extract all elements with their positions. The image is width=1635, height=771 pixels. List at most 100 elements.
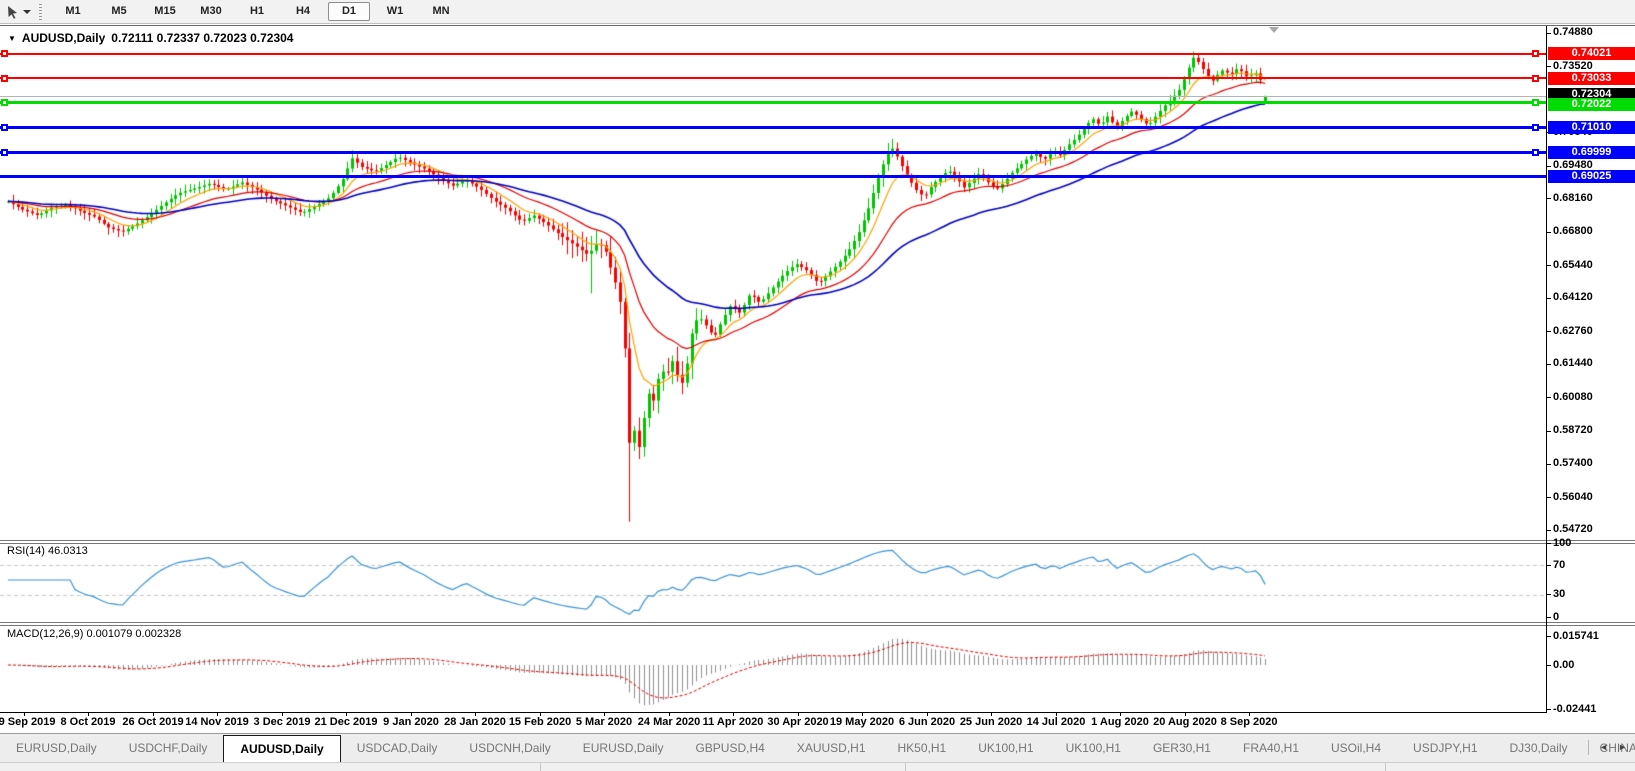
hline-0.73033[interactable] — [0, 77, 1546, 79]
tab-eurusd-daily[interactable]: EURUSD,Daily — [567, 734, 680, 762]
tab-uk100-h1[interactable]: UK100,H1 — [1050, 734, 1137, 762]
tab-hk50-h1[interactable]: HK50,H1 — [882, 734, 963, 762]
price-tick-label: 0.58720 — [1553, 425, 1593, 436]
tab-usdcnh-daily[interactable]: USDCNH,Daily — [453, 734, 566, 762]
price-tick-label: 0.73520 — [1553, 61, 1593, 72]
price-tick — [1547, 331, 1551, 332]
date-label: 8 Sep 2020 — [1221, 716, 1278, 728]
pane-splitter[interactable] — [0, 543, 1635, 544]
price-tick — [1547, 198, 1551, 199]
macd-tick — [1547, 709, 1551, 710]
tab-usoil-h4[interactable]: USOil,H4 — [1315, 734, 1397, 762]
date-label: 24 Mar 2020 — [638, 716, 700, 728]
price-tick — [1547, 464, 1551, 465]
timeframe-button-m30[interactable]: M30 — [190, 2, 232, 21]
rsi-tick — [1547, 565, 1551, 566]
timeframe-button-h1[interactable]: H1 — [236, 2, 278, 21]
macd-tick — [1547, 636, 1551, 637]
date-label: 21 Dec 2019 — [315, 716, 378, 728]
price-tick-label: 0.54720 — [1553, 524, 1593, 535]
date-label: 11 Apr 2020 — [703, 716, 764, 728]
timeframe-toolbar: M1M5M15M30H1H4D1W1MN — [0, 0, 1635, 24]
pointer-tool-glyph — [6, 5, 19, 19]
timeframe-button-m15[interactable]: M15 — [144, 2, 186, 21]
tab-dj30-daily[interactable]: DJ30,Daily — [1494, 734, 1584, 762]
timeframe-button-mn[interactable]: MN — [420, 2, 462, 21]
hline-0.72022[interactable] — [0, 101, 1546, 104]
tab-eurusd-daily[interactable]: EURUSD,Daily — [0, 734, 113, 762]
price-tick-label: 0.57400 — [1553, 458, 1593, 469]
tab-usdchf-daily[interactable]: USDCHF,Daily — [113, 734, 224, 762]
hline-handle[interactable] — [1, 149, 8, 156]
date-label: 28 Jan 2020 — [444, 716, 506, 728]
hline-handle[interactable] — [1, 75, 8, 82]
hline-handle[interactable] — [1532, 149, 1539, 156]
price-tick-label: 0.56040 — [1553, 492, 1593, 503]
date-label: 14 Jul 2020 — [1027, 716, 1086, 728]
pane-splitter[interactable] — [0, 625, 1635, 626]
tab-xauusd-h1[interactable]: XAUUSD,H1 — [781, 734, 882, 762]
rsi-tick — [1547, 543, 1551, 544]
price-tick-label: 0.60080 — [1553, 392, 1593, 403]
chart-tabs-bar: EURUSD,DailyUSDCHF,DailyAUDUSD,DailyUSDC… — [0, 733, 1635, 762]
tab-audusd-daily[interactable]: AUDUSD,Daily — [223, 735, 340, 762]
price-tick — [1547, 530, 1551, 531]
timeframe-button-m5[interactable]: M5 — [98, 2, 140, 21]
level-price-label: 0.71010 — [1548, 121, 1635, 134]
tab-separator — [1588, 740, 1589, 755]
tab-uk100-h1[interactable]: UK100,H1 — [962, 734, 1049, 762]
tab-scroll-left-icon[interactable]: ◄ — [1599, 743, 1608, 752]
tab-scroll-right-icon[interactable]: ► — [1618, 743, 1627, 752]
level-price-label: 0.69025 — [1548, 170, 1635, 183]
chart-canvas[interactable] — [0, 26, 1546, 713]
date-label: 15 Feb 2020 — [509, 716, 571, 728]
level-price-label: 0.72022 — [1548, 98, 1635, 111]
tab-usdjpy-h1[interactable]: USDJPY,H1 — [1397, 734, 1493, 762]
chart-shift-marker[interactable] — [1269, 27, 1279, 33]
date-label: 25 Jun 2020 — [960, 716, 1022, 728]
timeframe-button-m1[interactable]: M1 — [52, 2, 94, 21]
pane-splitter[interactable] — [0, 622, 1635, 623]
hline-handle[interactable] — [1, 99, 8, 106]
tab-scroll-arrows: ◄ ► — [1588, 733, 1627, 762]
macd-tick-label: -0.02441 — [1553, 704, 1596, 715]
timeframe-button-h4[interactable]: H4 — [282, 2, 324, 21]
hline-handle[interactable] — [1, 124, 8, 131]
mt4-window: M1M5M15M30H1H4D1W1MN ▼ AUDUSD,Daily 0.72… — [0, 0, 1635, 771]
hline-0.69025[interactable] — [0, 175, 1546, 178]
tab-fra40-h1[interactable]: FRA40,H1 — [1227, 734, 1315, 762]
pane-splitter[interactable] — [0, 540, 1635, 541]
rsi-tick-label: 70 — [1553, 560, 1565, 571]
hline-handle[interactable] — [1532, 50, 1539, 57]
hline-0.74021[interactable] — [0, 53, 1546, 55]
price-tick — [1547, 232, 1551, 233]
timeframe-button-w1[interactable]: W1 — [374, 2, 416, 21]
hline-handle[interactable] — [1532, 75, 1539, 82]
hline-handle[interactable] — [1532, 124, 1539, 131]
date-label: 8 Oct 2019 — [60, 716, 115, 728]
tab-gbpusd-h4[interactable]: GBPUSD,H4 — [679, 734, 780, 762]
price-tick-label: 0.66800 — [1553, 226, 1593, 237]
price-tick — [1547, 33, 1551, 34]
tab-usdcad-daily[interactable]: USDCAD,Daily — [341, 734, 454, 762]
price-tick-label: 0.62760 — [1553, 326, 1593, 337]
hline-handle[interactable] — [1, 50, 8, 57]
tool-dropdown-caret[interactable] — [23, 10, 31, 14]
toolbar-grip[interactable] — [39, 4, 42, 20]
date-label: 1 Aug 2020 — [1091, 716, 1149, 728]
hline-0.69999[interactable] — [0, 151, 1546, 154]
price-tick — [1547, 166, 1551, 167]
rsi-tick — [1547, 617, 1551, 618]
tab-ger30-h1[interactable]: GER30,H1 — [1137, 734, 1227, 762]
hline-0.71010[interactable] — [0, 126, 1546, 129]
price-tick — [1547, 265, 1551, 266]
pointer-tool-icon[interactable] — [2, 3, 22, 21]
status-bar — [0, 762, 1635, 771]
price-tick-label: 0.61440 — [1553, 358, 1593, 369]
price-tick — [1547, 431, 1551, 432]
hline-handle[interactable] — [1532, 99, 1539, 106]
rsi-tick-label: 0 — [1553, 612, 1559, 623]
timeframe-button-d1[interactable]: D1 — [328, 2, 370, 21]
chart-symbol-label: AUDUSD,Daily — [22, 31, 105, 45]
chart-dropdown-icon[interactable]: ▼ — [8, 34, 16, 43]
